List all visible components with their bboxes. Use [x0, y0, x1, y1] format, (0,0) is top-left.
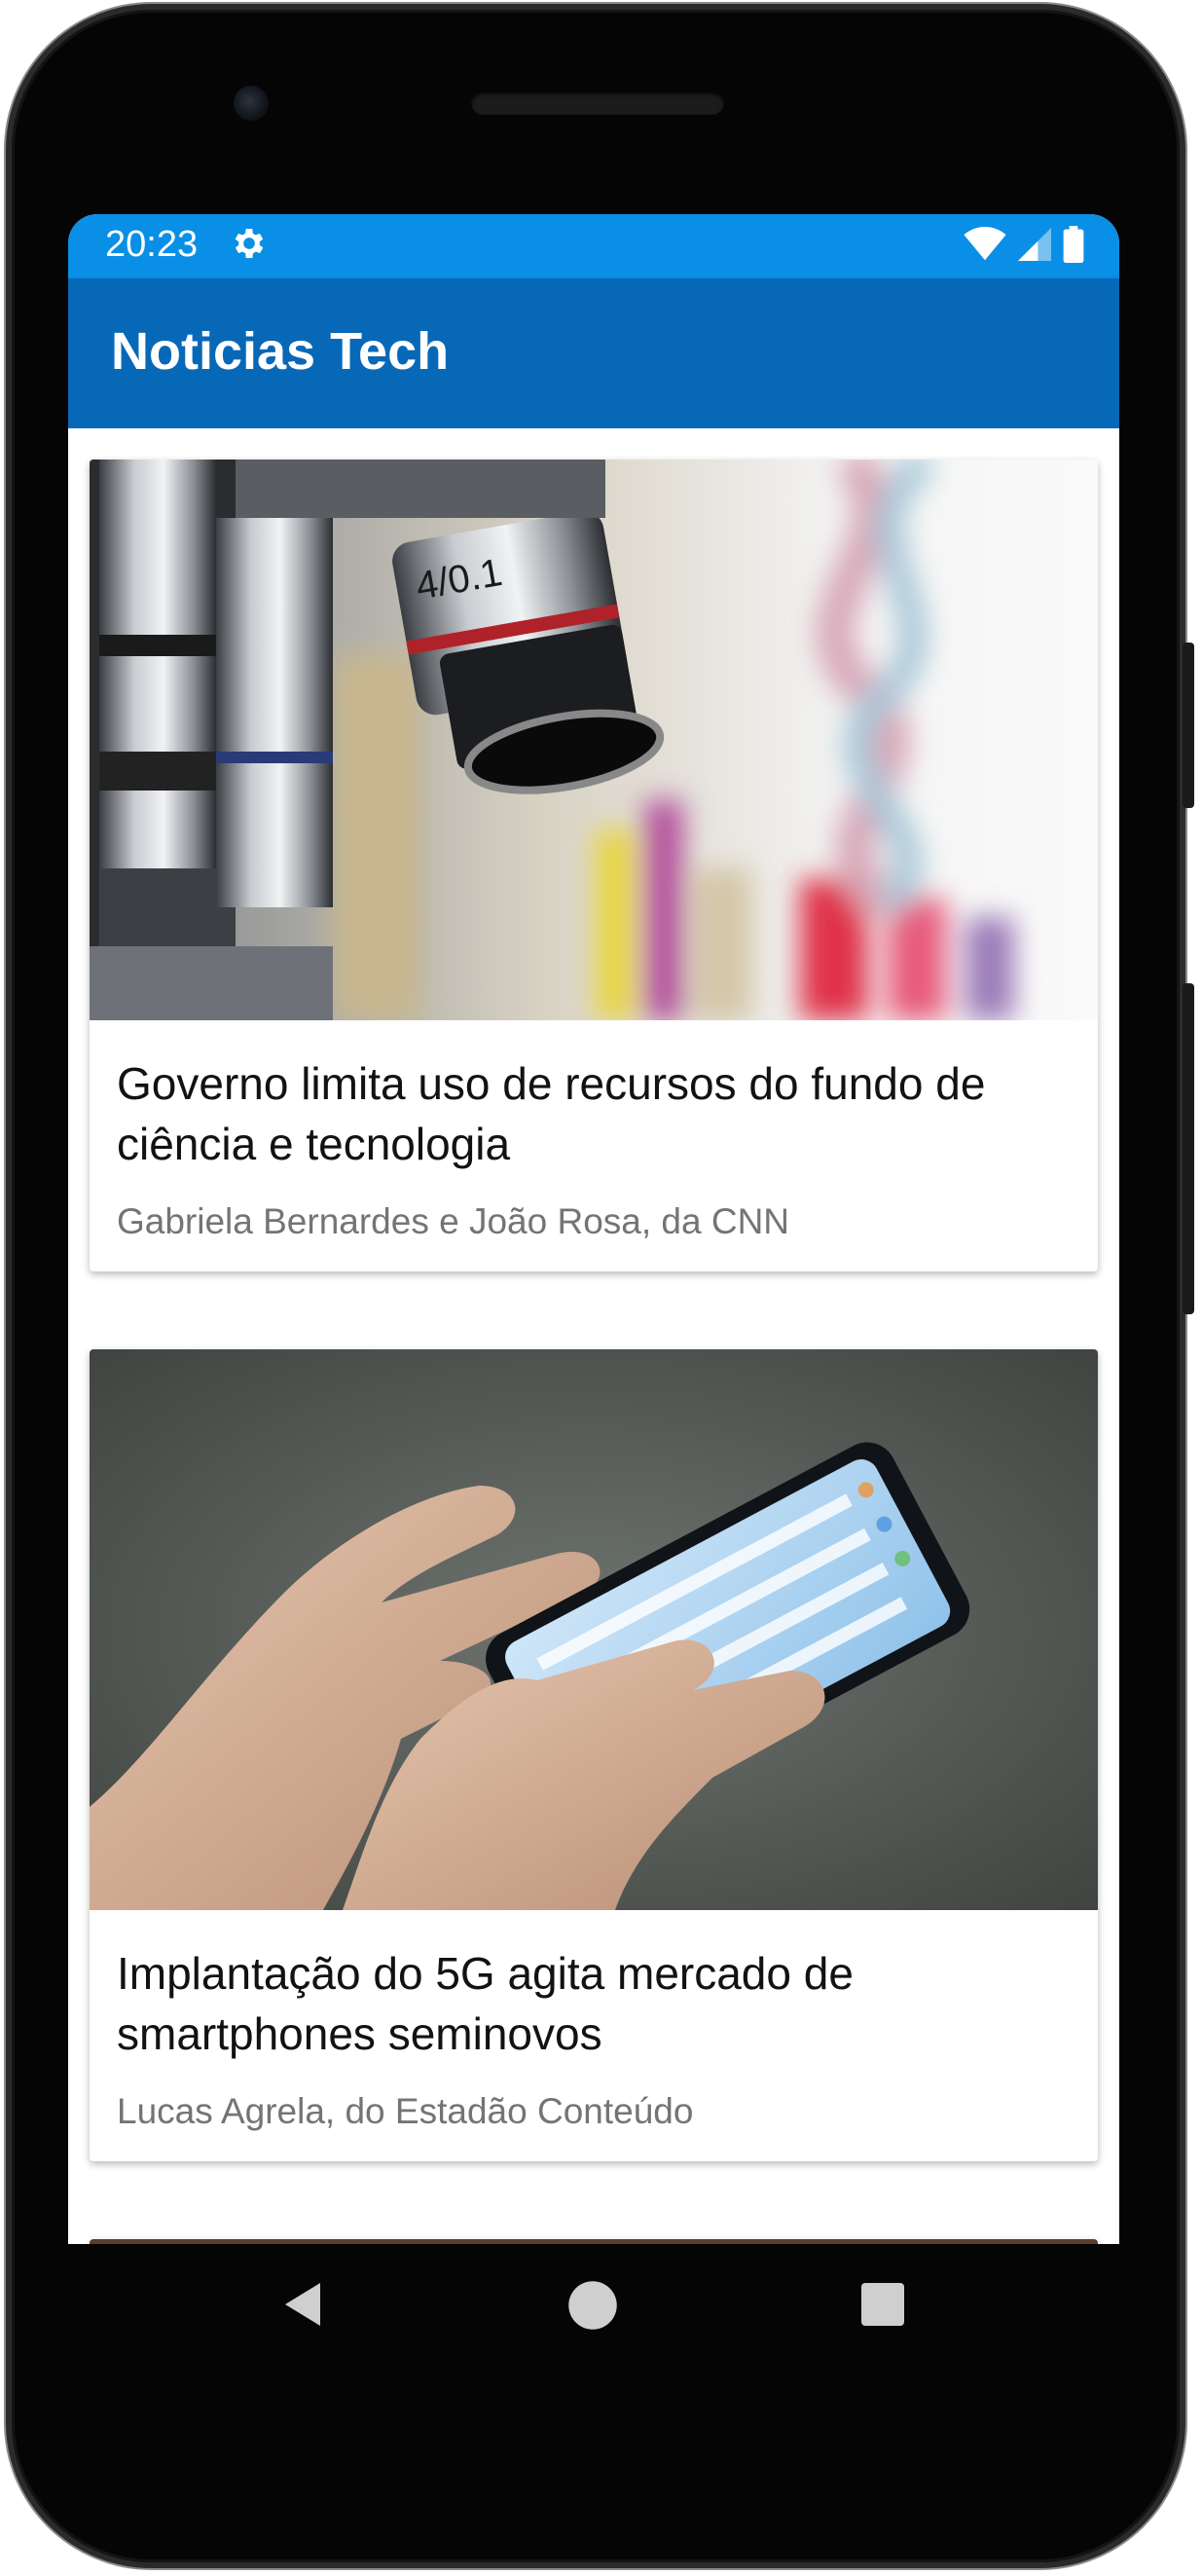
wifi-icon	[964, 227, 1006, 261]
earpiece-speaker	[471, 92, 724, 115]
article-title[interactable]: Governo limita uso de recursos do fundo …	[90, 1020, 1098, 1174]
news-feed[interactable]: 4/0.1 Governo limita uso de recursos do …	[68, 428, 1119, 2244]
power-button	[1183, 643, 1194, 808]
microscope-dna-photo: 4/0.1	[90, 460, 1098, 1020]
recents-icon[interactable]	[859, 2281, 906, 2328]
news-card[interactable]: 4/0.1 Governo limita uso de recursos do …	[90, 460, 1098, 1271]
settings-gear-icon	[235, 229, 264, 258]
status-icons	[964, 226, 1084, 263]
phone-frame: 20:23 Noticias Tech 4/0.1 Governo limita…	[0, 0, 1202, 2576]
article-author: Lucas Agrela, do Estadão Conteúdo	[117, 2091, 694, 2131]
hands-holding-smartphone-photo	[90, 1349, 1098, 1910]
app-title: Noticias Tech	[111, 322, 450, 381]
news-card[interactable]: Implantação do 5G agita mercado de smart…	[90, 1349, 1098, 2161]
app-bar: Noticias Tech	[68, 278, 1119, 428]
back-icon[interactable]	[277, 2275, 324, 2334]
front-camera	[234, 86, 269, 121]
article-author: Gabriela Bernardes e João Rosa, da CNN	[117, 1201, 790, 1241]
screen: 20:23 Noticias Tech 4/0.1 Governo limita…	[68, 214, 1119, 2244]
status-bar: 20:23	[68, 214, 1119, 278]
navigation-bar	[68, 2244, 1119, 2375]
home-icon[interactable]	[566, 2279, 619, 2332]
battery-icon	[1063, 226, 1084, 263]
article-title[interactable]: Implantação do 5G agita mercado de smart…	[90, 1910, 1098, 2064]
signal-icon	[1018, 228, 1051, 261]
volume-button	[1183, 983, 1194, 1314]
status-time: 20:23	[105, 224, 199, 265]
